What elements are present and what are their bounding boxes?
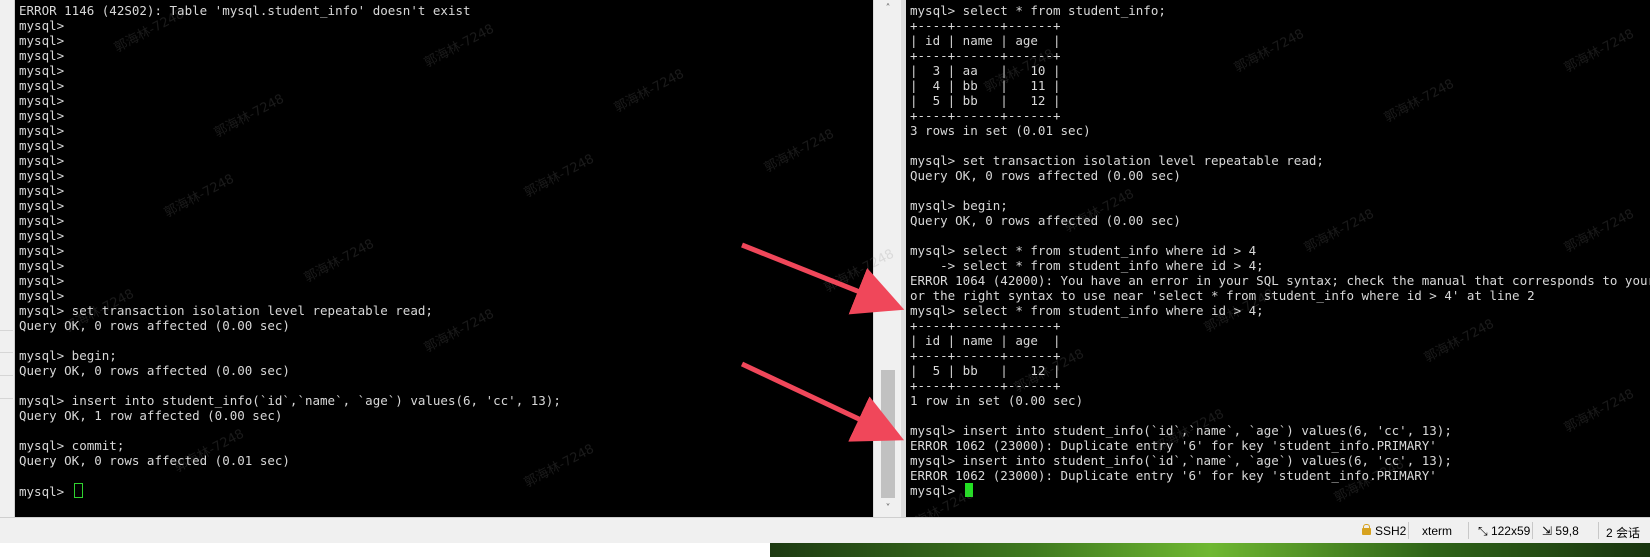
- right_terminal-line: mysql> begin;: [910, 198, 1008, 213]
- right_terminal-line: mysql> select * from student_info;: [910, 3, 1166, 18]
- right_terminal-line: | 5 | bb | 12 |: [910, 363, 1061, 378]
- left_terminal-line: mysql>: [19, 33, 65, 48]
- cursor-icon: [73, 483, 83, 498]
- right_terminal-line: Query OK, 0 rows affected (0.00 sec): [910, 168, 1181, 183]
- right_terminal-line: -> select * from student_info where id >…: [910, 258, 1264, 273]
- right_terminal-line: | 3 | aa | 10 |: [910, 63, 1061, 78]
- left_terminal-line: mysql>: [19, 123, 65, 138]
- right_terminal-line: mysql> set transaction isolation level r…: [910, 153, 1324, 168]
- terminal-type: xterm: [1422, 524, 1452, 538]
- lock-icon: [1362, 524, 1371, 535]
- left_terminal-line: mysql>: [19, 213, 65, 228]
- left_terminal-line: Query OK, 0 rows affected (0.01 sec): [19, 453, 290, 468]
- right_terminal-line: 1 row in set (0.00 sec): [910, 393, 1084, 408]
- left_terminal-line: mysql>: [19, 18, 65, 33]
- left_terminal-line: [19, 468, 561, 483]
- left_terminal-line: ERROR 1146 (42S02): Table 'mysql.student…: [19, 3, 471, 18]
- left_terminal-line: mysql>: [19, 228, 65, 243]
- right_terminal-line: mysql> select * from student_info where …: [910, 243, 1257, 258]
- right_terminal-line: 3 rows in set (0.01 sec): [910, 123, 1091, 138]
- left_terminal-line: mysql>: [19, 63, 65, 78]
- right_terminal-line: ERROR 1062 (23000): Duplicate entry '6' …: [910, 438, 1437, 453]
- terminal-size: ⤡ 122x59: [1478, 524, 1530, 539]
- left_terminal-line: Query OK, 0 rows affected (0.00 sec): [19, 363, 290, 378]
- right_terminal-line: [910, 228, 1650, 243]
- cursor-position-label: 59,8: [1555, 524, 1579, 538]
- right_terminal-line: mysql> insert into student_info(`id`,`na…: [910, 423, 1452, 438]
- left_terminal-line: Query OK, 1 row affected (0.00 sec): [19, 408, 283, 423]
- left_terminal-line: mysql>: [19, 93, 65, 108]
- size-label: 122x59: [1490, 524, 1531, 538]
- right_terminal-line: ERROR 1064 (42000): You have an error in…: [910, 273, 1650, 288]
- protocol-indicator: SSH2: [1362, 524, 1406, 538]
- right_terminal-line: +----+------+------+: [910, 18, 1061, 33]
- left_terminal-line: mysql>: [19, 288, 65, 303]
- left_terminal-line: mysql>: [19, 48, 65, 63]
- left_terminal-prompt-line[interactable]: mysql>: [19, 483, 561, 499]
- right_terminal-line: +----+------+------+: [910, 48, 1061, 63]
- right_terminal-prompt: mysql>: [910, 483, 963, 498]
- left-gutter: [0, 0, 15, 517]
- scrollbar-thumb[interactable]: [881, 370, 895, 498]
- left_terminal-line: [19, 333, 561, 348]
- left_terminal-line: mysql>: [19, 153, 65, 168]
- right_terminal-line: +----+------+------+: [910, 348, 1061, 363]
- right_terminal-line: | 4 | bb | 11 |: [910, 78, 1061, 93]
- size-icon: ⤡: [1478, 524, 1491, 538]
- left_terminal-line: mysql> commit;: [19, 438, 125, 453]
- status-bar: SSH2 xterm ⤡ 122x59 ⇲ 59,8 2 会话: [0, 517, 1650, 544]
- right-terminal-output: mysql> select * from student_info; +----+…: [910, 3, 1650, 498]
- protocol-label: SSH2: [1375, 524, 1407, 538]
- right_terminal-line: +----+------+------+: [910, 108, 1061, 123]
- scroll-down-arrow-icon[interactable]: ˅: [874, 500, 902, 517]
- left_terminal-line: mysql> begin;: [19, 348, 117, 363]
- right_terminal-line: ERROR 1062 (23000): Duplicate entry '6' …: [910, 468, 1437, 483]
- session-count: 2 会话: [1606, 526, 1641, 540]
- right_terminal-line: mysql> insert into student_info(`id`,`na…: [910, 453, 1452, 468]
- left_terminal-line: [19, 378, 561, 393]
- left_terminal-line: mysql>: [19, 243, 65, 258]
- right_terminal-line: +----+------+------+: [910, 318, 1061, 333]
- right_terminal-line: [910, 408, 1650, 423]
- right_terminal-line: | 5 | bb | 12 |: [910, 93, 1061, 108]
- left_terminal-line: mysql>: [19, 198, 65, 213]
- left_terminal-line: mysql>: [19, 108, 65, 123]
- left_terminal-line: mysql> insert into student_info(`id`,`na…: [19, 393, 561, 408]
- position-icon: ⇲: [1542, 524, 1556, 538]
- right_terminal-prompt-line[interactable]: mysql>: [910, 483, 1650, 498]
- right_terminal-line: Query OK, 0 rows affected (0.00 sec): [910, 213, 1181, 228]
- left-terminal[interactable]: ERROR 1146 (42S02): Table 'mysql.student…: [15, 0, 873, 517]
- left_terminal-line: mysql>: [19, 258, 65, 273]
- right_terminal-line: | id | name | age |: [910, 333, 1061, 348]
- right_terminal-line: [910, 138, 1650, 153]
- right_terminal-line: or the right syntax to use near 'select …: [910, 288, 1535, 303]
- taskbar: [0, 543, 1650, 557]
- left-terminal-output: ERROR 1146 (42S02): Table 'mysql.student…: [19, 3, 561, 499]
- right-terminal[interactable]: mysql> select * from student_info; +----+…: [906, 0, 1650, 517]
- left_terminal-line: mysql>: [19, 183, 65, 198]
- cursor-icon: [964, 483, 973, 497]
- right_terminal-line: mysql> select * from student_info where …: [910, 303, 1264, 318]
- right_terminal-line: +----+------+------+: [910, 378, 1061, 393]
- left_terminal-line: mysql>: [19, 273, 65, 288]
- left_terminal-line: mysql> set transaction isolation level r…: [19, 303, 433, 318]
- right_terminal-line: [910, 183, 1650, 198]
- cursor-position: ⇲ 59,8: [1542, 524, 1579, 538]
- left-terminal-scrollbar[interactable]: ˄ ˅: [873, 0, 902, 517]
- left_terminal-line: Query OK, 0 rows affected (0.00 sec): [19, 318, 290, 333]
- left_terminal-line: [19, 423, 561, 438]
- right_terminal-line: | id | name | age |: [910, 33, 1061, 48]
- desktop-wallpaper: [770, 543, 1650, 557]
- scroll-up-arrow-icon[interactable]: ˄: [874, 0, 902, 17]
- left_terminal-line: mysql>: [19, 78, 65, 93]
- left_terminal-prompt: mysql>: [19, 484, 72, 499]
- left_terminal-line: mysql>: [19, 138, 65, 153]
- left_terminal-line: mysql>: [19, 168, 65, 183]
